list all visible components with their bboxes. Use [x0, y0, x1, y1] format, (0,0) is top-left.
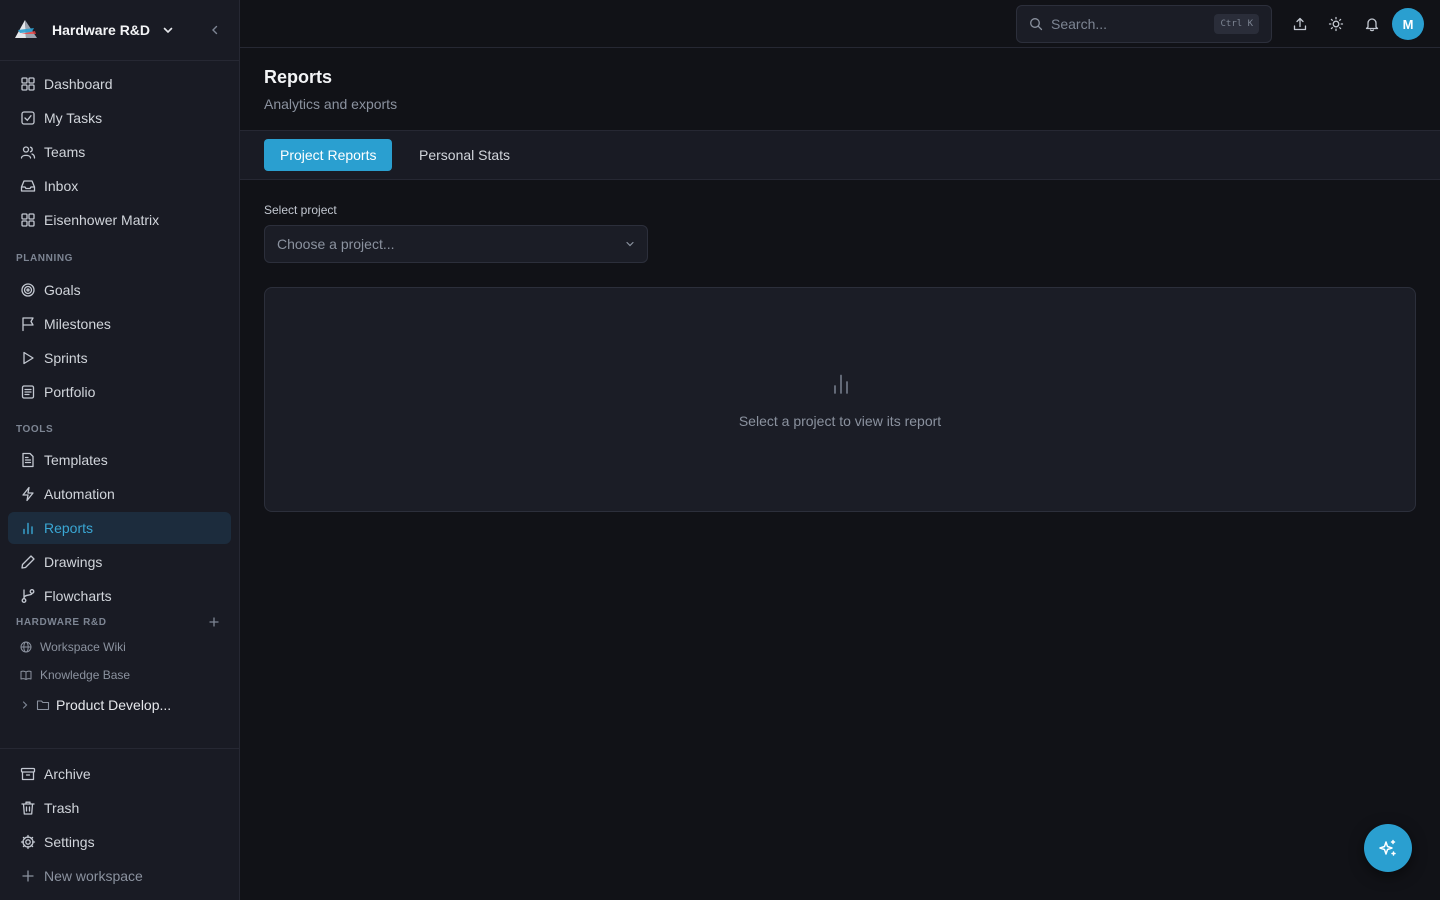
- bell-icon[interactable]: [1364, 16, 1380, 32]
- portfolio-icon: [21, 385, 35, 399]
- sparkles-icon: [1379, 839, 1396, 856]
- sidebar-item-drawings[interactable]: Drawings: [8, 546, 231, 578]
- sidebar-item-label: Automation: [44, 486, 115, 502]
- chevron-right-icon[interactable]: [20, 700, 30, 710]
- sidebar-item-archive[interactable]: Archive: [8, 758, 231, 790]
- sidebar-item-label: Archive: [44, 766, 91, 782]
- bolt-icon: [22, 486, 34, 502]
- sidebar-item-portfolio[interactable]: Portfolio: [8, 376, 231, 408]
- page-title: Reports: [264, 67, 333, 87]
- sidebar-divider: [0, 748, 239, 749]
- sidebar-item-templates[interactable]: Templates: [8, 444, 231, 476]
- sidebar-link-label: Knowledge Base: [40, 668, 131, 682]
- sidebar-item-dashboard[interactable]: Dashboard: [8, 68, 231, 100]
- empty-state-message: Select a project to view its report: [738, 413, 942, 429]
- sidebar-item-label: Templates: [44, 452, 108, 468]
- topbar: Search... Ctrl K M: [240, 0, 1440, 48]
- sidebar-link-workspace-wiki[interactable]: Workspace Wiki: [16, 636, 231, 658]
- tasks-icon: [21, 111, 35, 125]
- sidebar-item-label: Teams: [44, 144, 86, 160]
- file-icon: [22, 452, 34, 468]
- plus-icon: [22, 870, 34, 882]
- sidebar-item-label: Drawings: [44, 554, 103, 570]
- sidebar-item-my-tasks[interactable]: My Tasks: [8, 102, 231, 134]
- sidebar: Hardware R&D Dashboard My Tasks Teams In…: [0, 0, 240, 900]
- upload-icon[interactable]: [1292, 16, 1308, 32]
- sidebar-link-knowledge-base[interactable]: Knowledge Base: [16, 664, 231, 686]
- sidebar-item-label: Goals: [44, 282, 81, 298]
- tab-personal-stats[interactable]: Personal Stats: [403, 139, 526, 171]
- folder-label: Product Develop...: [56, 697, 172, 713]
- project-select-placeholder: Choose a project...: [277, 236, 395, 252]
- sidebar-item-label: Milestones: [44, 316, 111, 332]
- collapse-sidebar-icon[interactable]: [209, 24, 221, 36]
- sidebar-item-eisenhower-matrix[interactable]: Eisenhower Matrix: [8, 204, 231, 236]
- globe-icon: [20, 641, 32, 653]
- workspace-logo-icon: [15, 20, 37, 38]
- sidebar-item-sprints[interactable]: Sprints: [8, 342, 231, 374]
- sun-icon[interactable]: [1328, 16, 1344, 32]
- bar-chart-icon: [23, 522, 33, 535]
- project-select[interactable]: Choose a project...: [264, 225, 648, 263]
- sidebar-item-label: New workspace: [44, 868, 143, 884]
- matrix-icon: [21, 213, 35, 227]
- sidebar-item-teams[interactable]: Teams: [8, 136, 231, 168]
- workspace-switcher[interactable]: Hardware R&D: [0, 0, 239, 61]
- workspace-name: Hardware R&D: [52, 22, 151, 38]
- users-icon: [20, 146, 36, 159]
- sidebar-item-settings[interactable]: Settings: [8, 826, 231, 858]
- select-project-label: Select project: [264, 203, 337, 217]
- avatar[interactable]: M: [1392, 8, 1424, 40]
- sidebar-item-reports[interactable]: Reports: [8, 512, 231, 544]
- section-title-tools: TOOLS: [16, 424, 54, 435]
- sidebar-item-label: Settings: [44, 834, 95, 850]
- book-icon: [20, 670, 32, 680]
- section-title-planning: PLANNING: [16, 253, 74, 264]
- ai-assistant-button[interactable]: [1364, 824, 1412, 872]
- sidebar-item-label: Eisenhower Matrix: [44, 212, 160, 228]
- folder-icon: [36, 700, 50, 711]
- chevron-down-icon: [626, 241, 634, 247]
- play-icon: [23, 351, 34, 365]
- sidebar-item-inbox[interactable]: Inbox: [8, 170, 231, 202]
- chevron-down-icon: [163, 27, 173, 34]
- tab-project-reports[interactable]: Project Reports: [264, 139, 393, 171]
- search-placeholder: Search...: [1051, 16, 1108, 32]
- archive-icon: [20, 767, 36, 781]
- trash-icon: [21, 801, 35, 815]
- target-icon: [21, 283, 35, 297]
- page-subtitle: Analytics and exports: [264, 96, 398, 112]
- tab-bar: Project Reports Personal Stats: [240, 130, 1440, 180]
- sidebar-item-label: Dashboard: [44, 76, 113, 92]
- flag-icon: [22, 317, 34, 332]
- report-empty-state: Select a project to view its report: [264, 287, 1416, 512]
- sidebar-item-label: Flowcharts: [44, 588, 112, 604]
- search-icon: [1030, 18, 1043, 31]
- sidebar-item-flowcharts[interactable]: Flowcharts: [8, 580, 231, 612]
- sidebar-item-label: Trash: [44, 800, 80, 816]
- sidebar-folder-product-development[interactable]: Product Develop...: [16, 693, 231, 717]
- search-input[interactable]: Search... Ctrl K: [1016, 5, 1272, 43]
- sidebar-item-label: Portfolio: [44, 384, 96, 400]
- sidebar-item-goals[interactable]: Goals: [8, 274, 231, 306]
- sidebar-item-trash[interactable]: Trash: [8, 792, 231, 824]
- flow-icon: [21, 589, 35, 603]
- sidebar-item-label: My Tasks: [44, 110, 103, 126]
- bar-chart-icon: [834, 374, 848, 394]
- sidebar-item-milestones[interactable]: Milestones: [8, 308, 231, 340]
- add-page-icon[interactable]: [208, 616, 220, 628]
- pen-icon: [21, 555, 35, 569]
- section-title-workspace: HARDWARE R&D: [16, 617, 107, 628]
- sidebar-item-automation[interactable]: Automation: [8, 478, 231, 510]
- gear-icon: [20, 834, 36, 850]
- dashboard-icon: [21, 77, 35, 91]
- new-workspace-button[interactable]: New workspace: [8, 860, 231, 892]
- inbox-icon: [20, 180, 36, 192]
- search-shortcut-badge: Ctrl K: [1214, 14, 1259, 34]
- sidebar-item-label: Sprints: [44, 350, 88, 366]
- sidebar-item-label: Reports: [44, 520, 94, 536]
- sidebar-item-label: Inbox: [44, 178, 79, 194]
- sidebar-link-label: Workspace Wiki: [40, 640, 126, 654]
